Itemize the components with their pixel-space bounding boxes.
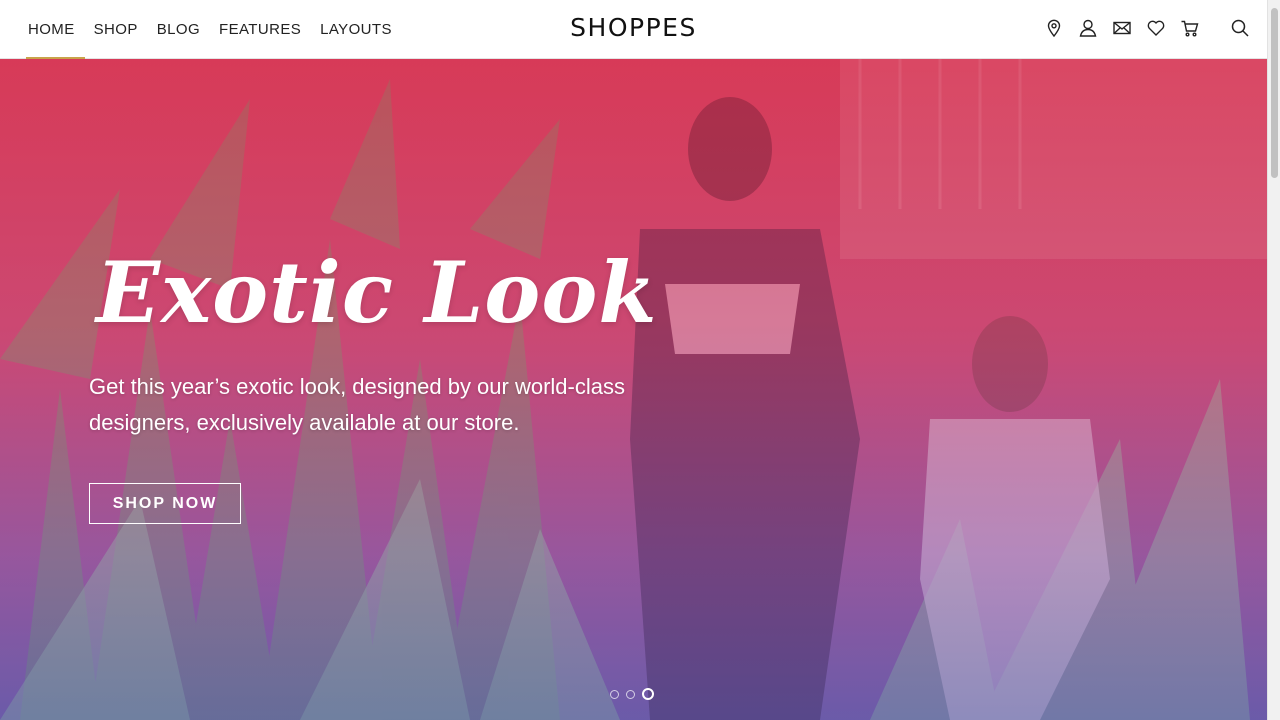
heart-icon[interactable] [1145, 17, 1167, 39]
mail-icon[interactable] [1111, 17, 1133, 39]
nav-layouts[interactable]: LAYOUTS [320, 0, 392, 58]
shop-now-button[interactable]: SHOP NOW [89, 483, 241, 524]
slide-dot-2[interactable] [626, 689, 635, 699]
main-nav: HOME SHOP BLOG FEATURES LAYOUTS [26, 0, 411, 59]
nav-blog[interactable]: BLOG [157, 0, 200, 58]
site-header: HOME SHOP BLOG FEATURES LAYOUTS SHOPPES [0, 0, 1267, 59]
nav-home[interactable]: HOME [26, 0, 85, 59]
nav-features[interactable]: FEATURES [219, 0, 301, 58]
cart-icon[interactable] [1179, 17, 1201, 39]
location-pin-icon[interactable] [1043, 17, 1065, 39]
header-icons [1031, 17, 1251, 39]
hero-title: Exotic Look [96, 243, 658, 342]
site-logo[interactable]: SHOPPES [534, 13, 734, 42]
hero-slider: Exotic Look Get this year’s exotic look,… [0, 59, 1267, 720]
slide-dot-1[interactable] [610, 689, 619, 699]
scrollbar-thumb[interactable] [1271, 8, 1278, 178]
slider-pagination [610, 688, 661, 700]
nav-shop[interactable]: SHOP [94, 0, 138, 58]
user-icon[interactable] [1077, 17, 1099, 39]
slide-dot-3[interactable] [642, 688, 654, 700]
hero-subtitle: Get this year’s exotic look, designed by… [89, 374, 625, 435]
search-icon[interactable] [1229, 17, 1251, 39]
page-scrollbar[interactable] [1267, 0, 1280, 720]
